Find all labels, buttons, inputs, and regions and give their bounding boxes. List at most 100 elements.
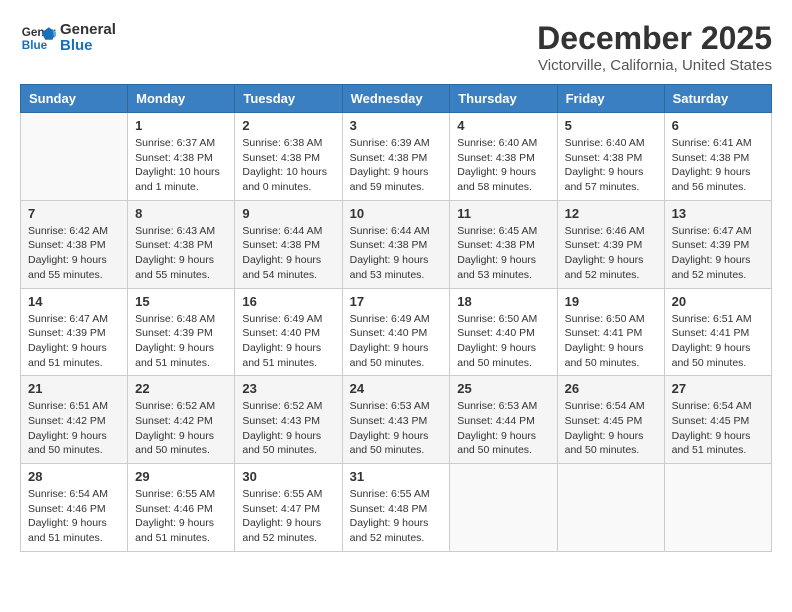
day-number: 16 (242, 294, 334, 309)
weekday-header-tuesday: Tuesday (235, 85, 342, 113)
calendar-cell: 10 Sunrise: 6:44 AMSunset: 4:38 PMDayligh… (342, 200, 450, 288)
calendar-cell: 12Sunrise: 6:46 AMSunset: 4:39 PMDayligh… (557, 200, 664, 288)
day-number: 18 (457, 294, 549, 309)
day-info: Sunrise: 6:37 AMSunset: 4:38 PMDaylight:… (135, 136, 227, 195)
day-number: 14 (28, 294, 120, 309)
day-number: 28 (28, 469, 120, 484)
day-number: 29 (135, 469, 227, 484)
day-number: 20 (672, 294, 764, 309)
logo-blue: Blue (60, 37, 93, 54)
day-number: 22 (135, 381, 227, 396)
day-number: 27 (672, 381, 764, 396)
day-number: 8 (135, 206, 227, 221)
day-number: 7 (28, 206, 120, 221)
day-info: Sunrise: 6:53 AMSunset: 4:44 PMDaylight:… (457, 399, 549, 458)
calendar-cell (450, 464, 557, 552)
day-number: 6 (672, 118, 764, 133)
calendar-cell: 9 Sunrise: 6:44 AMSunset: 4:38 PMDaylight… (235, 200, 342, 288)
logo-general: General (60, 21, 116, 38)
weekday-header-friday: Friday (557, 85, 664, 113)
day-info: Sunrise: 6:41 AMSunset: 4:38 PMDaylight:… (672, 136, 764, 195)
day-number: 31 (350, 469, 443, 484)
calendar-cell: 28 Sunrise: 6:54 AMSunset: 4:46 PMDayligh… (21, 464, 128, 552)
day-info: Sunrise: 6:47 AMSunset: 4:39 PMDaylight:… (672, 224, 764, 283)
calendar-table: SundayMondayTuesdayWednesdayThursdayFrid… (20, 84, 772, 552)
day-info: Sunrise: 6:50 AMSunset: 4:40 PMDaylight:… (457, 312, 549, 371)
calendar-body: 1Sunrise: 6:37 AMSunset: 4:38 PMDaylight… (21, 113, 772, 552)
day-info: Sunrise: 6:55 AMSunset: 4:48 PMDaylight:… (350, 487, 443, 546)
calendar-cell: 3 Sunrise: 6:39 AMSunset: 4:38 PMDaylight… (342, 113, 450, 201)
day-info: Sunrise: 6:54 AMSunset: 4:46 PMDaylight:… (28, 487, 120, 546)
calendar-cell: 30Sunrise: 6:55 AMSunset: 4:47 PMDayligh… (235, 464, 342, 552)
calendar-cell: 26 Sunrise: 6:54 AMSunset: 4:45 PMDayligh… (557, 376, 664, 464)
calendar-cell: 11 Sunrise: 6:45 AMSunset: 4:38 PMDayligh… (450, 200, 557, 288)
day-info: Sunrise: 6:44 AMSunset: 4:38 PMDaylight:… (350, 224, 443, 283)
day-number: 2 (242, 118, 334, 133)
calendar-cell: 16 Sunrise: 6:49 AMSunset: 4:40 PMDayligh… (235, 288, 342, 376)
calendar-cell: 21 Sunrise: 6:51 AMSunset: 4:42 PMDayligh… (21, 376, 128, 464)
day-info: Sunrise: 6:47 AMSunset: 4:39 PMDaylight:… (28, 312, 120, 371)
day-number: 17 (350, 294, 443, 309)
calendar-cell: 25 Sunrise: 6:53 AMSunset: 4:44 PMDayligh… (450, 376, 557, 464)
calendar-cell: 4Sunrise: 6:40 AMSunset: 4:38 PMDaylight… (450, 113, 557, 201)
weekday-header-saturday: Saturday (664, 85, 771, 113)
weekday-header-sunday: Sunday (21, 85, 128, 113)
day-info: Sunrise: 6:51 AMSunset: 4:41 PMDaylight:… (672, 312, 764, 371)
calendar-cell: 13 Sunrise: 6:47 AMSunset: 4:39 PMDayligh… (664, 200, 771, 288)
day-number: 11 (457, 206, 549, 221)
day-info: Sunrise: 6:42 AMSunset: 4:38 PMDaylight:… (28, 224, 120, 283)
day-info: Sunrise: 6:40 AMSunset: 4:38 PMDaylight:… (457, 136, 549, 195)
day-number: 9 (242, 206, 334, 221)
day-number: 26 (565, 381, 657, 396)
calendar-cell: 22Sunrise: 6:52 AMSunset: 4:42 PMDayligh… (128, 376, 235, 464)
calendar-cell: 29 Sunrise: 6:55 AMSunset: 4:46 PMDayligh… (128, 464, 235, 552)
day-number: 19 (565, 294, 657, 309)
day-info: Sunrise: 6:40 AMSunset: 4:38 PMDaylight:… (565, 136, 657, 195)
location-title: Victorville, California, United States (537, 57, 772, 74)
calendar-cell: 1Sunrise: 6:37 AMSunset: 4:38 PMDaylight… (128, 113, 235, 201)
calendar-cell: 19Sunrise: 6:50 AMSunset: 4:41 PMDayligh… (557, 288, 664, 376)
day-number: 21 (28, 381, 120, 396)
day-info: Sunrise: 6:49 AMSunset: 4:40 PMDaylight:… (242, 312, 334, 371)
day-info: Sunrise: 6:54 AMSunset: 4:45 PMDaylight:… (565, 399, 657, 458)
day-info: Sunrise: 6:55 AMSunset: 4:46 PMDaylight:… (135, 487, 227, 546)
week-row-1: 1Sunrise: 6:37 AMSunset: 4:38 PMDaylight… (21, 113, 772, 201)
weekday-header-wednesday: Wednesday (342, 85, 450, 113)
month-title: December 2025 (537, 20, 772, 57)
day-info: Sunrise: 6:44 AMSunset: 4:38 PMDaylight:… (242, 224, 334, 283)
calendar-cell: 24 Sunrise: 6:53 AMSunset: 4:43 PMDayligh… (342, 376, 450, 464)
day-number: 23 (242, 381, 334, 396)
calendar-cell: 7 Sunrise: 6:42 AMSunset: 4:38 PMDaylight… (21, 200, 128, 288)
weekday-header-monday: Monday (128, 85, 235, 113)
logo-icon: General Blue (20, 20, 56, 56)
calendar-cell: 2 Sunrise: 6:38 AMSunset: 4:38 PMDaylight… (235, 113, 342, 201)
day-info: Sunrise: 6:43 AMSunset: 4:38 PMDaylight:… (135, 224, 227, 283)
day-number: 3 (350, 118, 443, 133)
weekday-row: SundayMondayTuesdayWednesdayThursdayFrid… (21, 85, 772, 113)
day-number: 5 (565, 118, 657, 133)
week-row-3: 14 Sunrise: 6:47 AMSunset: 4:39 PMDayligh… (21, 288, 772, 376)
calendar-cell: 20 Sunrise: 6:51 AMSunset: 4:41 PMDayligh… (664, 288, 771, 376)
day-number: 13 (672, 206, 764, 221)
day-number: 24 (350, 381, 443, 396)
day-number: 12 (565, 206, 657, 221)
day-number: 25 (457, 381, 549, 396)
day-info: Sunrise: 6:38 AMSunset: 4:38 PMDaylight:… (242, 136, 334, 195)
page-header: General Blue General Blue December 2025 … (20, 20, 772, 74)
week-row-4: 21 Sunrise: 6:51 AMSunset: 4:42 PMDayligh… (21, 376, 772, 464)
day-info: Sunrise: 6:45 AMSunset: 4:38 PMDaylight:… (457, 224, 549, 283)
week-row-2: 7 Sunrise: 6:42 AMSunset: 4:38 PMDaylight… (21, 200, 772, 288)
day-info: Sunrise: 6:49 AMSunset: 4:40 PMDaylight:… (350, 312, 443, 371)
calendar-cell (557, 464, 664, 552)
day-number: 30 (242, 469, 334, 484)
day-info: Sunrise: 6:39 AMSunset: 4:38 PMDaylight:… (350, 136, 443, 195)
day-info: Sunrise: 6:53 AMSunset: 4:43 PMDaylight:… (350, 399, 443, 458)
week-row-5: 28 Sunrise: 6:54 AMSunset: 4:46 PMDayligh… (21, 464, 772, 552)
title-block: December 2025 Victorville, California, U… (537, 20, 772, 74)
day-number: 15 (135, 294, 227, 309)
calendar-cell: 27Sunrise: 6:54 AMSunset: 4:45 PMDayligh… (664, 376, 771, 464)
day-number: 10 (350, 206, 443, 221)
day-info: Sunrise: 6:51 AMSunset: 4:42 PMDaylight:… (28, 399, 120, 458)
logo: General Blue General Blue (20, 20, 116, 56)
calendar-cell: 17 Sunrise: 6:49 AMSunset: 4:40 PMDayligh… (342, 288, 450, 376)
